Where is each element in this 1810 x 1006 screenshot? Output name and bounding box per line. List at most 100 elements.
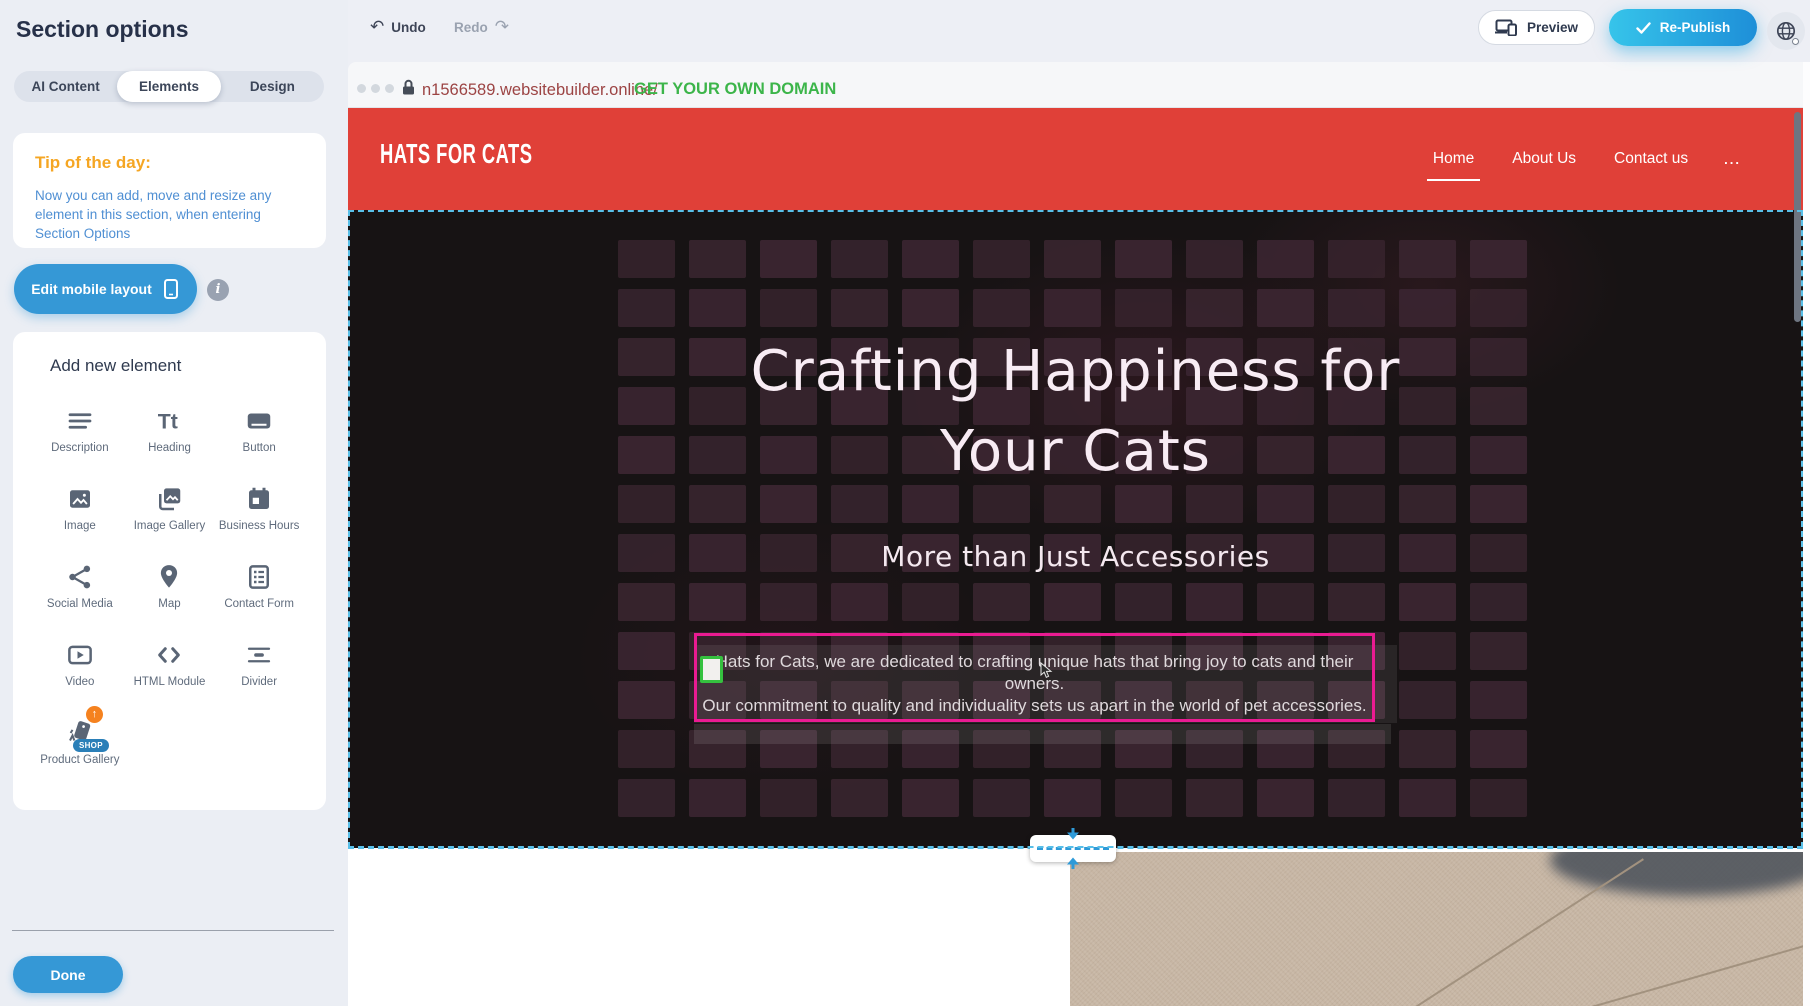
shop-badge: SHOP (73, 739, 109, 752)
site-logo[interactable]: HATS FOR CATS (380, 139, 532, 171)
editor-topbar: ↶ Undo Redo ↷ Preview Re-Publish (348, 0, 1810, 62)
hero-tile (973, 779, 1030, 817)
get-domain-link[interactable]: GET YOUR OWN DOMAIN (634, 80, 836, 99)
devices-icon (1495, 19, 1518, 36)
edit-mobile-layout-label: Edit mobile layout (31, 281, 152, 297)
section-options-panel: Section options AI ContentElementsDesign… (0, 0, 348, 1006)
hero-tile (689, 289, 746, 327)
nav-item-home[interactable]: Home (1431, 144, 1476, 174)
element-item-label: Product Gallery (40, 753, 119, 767)
element-item-button[interactable]: Button (214, 394, 304, 470)
contact-form-icon (244, 560, 274, 594)
element-item-business-hours[interactable]: Business Hours (214, 472, 304, 548)
browser-scrollbar-thumb[interactable] (1794, 112, 1801, 322)
social-media-icon (65, 560, 95, 594)
preview-button[interactable]: Preview (1478, 10, 1595, 45)
hero-tile (1470, 681, 1527, 719)
edit-mobile-layout-button[interactable]: Edit mobile layout (14, 264, 197, 314)
hero-body-line1: Hats for Cats, we are dedicated to craft… (697, 651, 1372, 695)
hero-tile (1044, 779, 1101, 817)
element-item-label: Image (64, 519, 96, 533)
redo-button[interactable]: Redo ↷ (454, 17, 509, 37)
hero-tile (1399, 240, 1456, 278)
element-item-html-module[interactable]: HTML Module (125, 628, 215, 704)
arrow-down-icon (1066, 828, 1080, 840)
hero-tile (1115, 779, 1172, 817)
hero-tile (1470, 779, 1527, 817)
done-button[interactable]: Done (13, 956, 123, 993)
tip-body: Now you can add, move and resize any ele… (35, 186, 287, 243)
element-item-label: Map (158, 597, 180, 611)
language-globe-button[interactable] (1767, 12, 1805, 50)
hero-tile (618, 240, 675, 278)
mouse-cursor (1040, 662, 1053, 679)
element-item-label: Business Hours (219, 519, 300, 533)
hero-tile (1328, 240, 1385, 278)
nav-more-button[interactable]: ... (1724, 152, 1741, 167)
hero-heading[interactable]: Crafting Happiness for Your Cats (348, 332, 1803, 492)
hero-tile (689, 779, 746, 817)
hero-tile (1328, 583, 1385, 621)
hero-tile (1399, 583, 1456, 621)
heading-icon: Tt (154, 404, 184, 438)
hero-description-box[interactable]: Hats for Cats, we are dedicated to craft… (694, 633, 1375, 722)
arrow-up-icon (1066, 857, 1080, 869)
hero-tile (760, 289, 817, 327)
undo-button[interactable]: ↶ Undo (370, 17, 426, 37)
element-item-video[interactable]: Video (35, 628, 125, 704)
element-palette: Description TtHeading Button Image Image Gal… (35, 394, 304, 782)
element-item-heading[interactable]: TtHeading (125, 394, 215, 470)
hero-tile (1257, 289, 1314, 327)
site-header: HATS FOR CATS Home About Us Contact us... (348, 108, 1803, 210)
drag-handle[interactable] (700, 656, 723, 683)
hero-tile (689, 240, 746, 278)
hero-tile (1399, 779, 1456, 817)
hero-tile (902, 240, 959, 278)
element-item-label: Button (243, 441, 276, 455)
divider-icon (244, 638, 274, 672)
element-item-image[interactable]: Image (35, 472, 125, 548)
hero-tile (973, 289, 1030, 327)
hero-tile (760, 240, 817, 278)
hero-tile (973, 240, 1030, 278)
hero-tile (689, 583, 746, 621)
hero-heading-line1: Crafting Happiness for (348, 332, 1803, 412)
element-item-label: Divider (241, 675, 277, 689)
element-item-map[interactable]: Map (125, 550, 215, 626)
hero-tile (831, 240, 888, 278)
element-item-label: HTML Module (134, 675, 206, 689)
tab-ai-content[interactable]: AI Content (14, 71, 117, 102)
tab-design[interactable]: Design (221, 71, 324, 102)
tab-elements[interactable]: Elements (117, 71, 220, 102)
element-item-label: Image Gallery (134, 519, 206, 533)
hero-subheading[interactable]: More than Just Accessories (348, 540, 1803, 573)
info-icon[interactable]: i (207, 279, 229, 301)
hero-tile (1257, 583, 1314, 621)
element-item-contact-form[interactable]: Contact Form (214, 550, 304, 626)
section-resize-handle[interactable] (1030, 835, 1116, 862)
hero-section[interactable]: Crafting Happiness for Your Cats More th… (348, 210, 1803, 848)
undo-label: Undo (391, 20, 426, 35)
element-item-divider[interactable]: Divider (214, 628, 304, 704)
hero-tile (831, 779, 888, 817)
republish-button[interactable]: Re-Publish (1609, 9, 1757, 46)
nav-item-about-us[interactable]: About Us (1510, 144, 1578, 174)
element-item-product-gallery[interactable]: SHOP↑Product Gallery (35, 706, 125, 782)
mobile-phone-icon (162, 278, 180, 300)
hero-tile (618, 681, 675, 719)
element-item-label: Description (51, 441, 109, 455)
tip-title: Tip of the day: (35, 153, 304, 173)
add-element-title: Add new element (50, 356, 326, 376)
element-item-description[interactable]: Description (35, 394, 125, 470)
hero-body-line2: Our commitment to quality and individual… (697, 695, 1372, 717)
sidebar-divider (12, 930, 334, 931)
nav-item-contact-us[interactable]: Contact us (1612, 144, 1690, 174)
hero-tile (1186, 289, 1243, 327)
next-section[interactable] (348, 848, 1810, 1006)
element-item-social-media[interactable]: Social Media (35, 550, 125, 626)
hero-tile (1115, 240, 1172, 278)
site-url[interactable]: n1566589.websitebuilder.online/ (422, 81, 658, 100)
text-selection-bar (694, 724, 1391, 744)
hero-tile (1186, 240, 1243, 278)
element-item-image-gallery[interactable]: Image Gallery (125, 472, 215, 548)
